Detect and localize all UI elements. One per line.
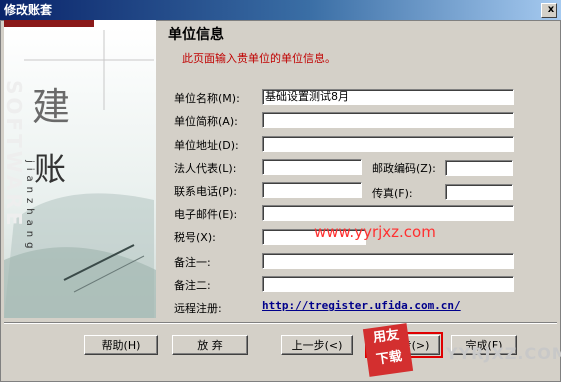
legal-rep-input[interactable] (262, 159, 362, 175)
badge-bottom-text: 下载 (375, 349, 404, 368)
window-titlebar: 修改账套 x (0, 0, 561, 20)
note1-input[interactable] (262, 253, 514, 269)
site-watermark: YYRJXZ.COM (446, 344, 561, 363)
note2-input[interactable] (262, 276, 514, 292)
side-vertical-text: jianzhang (24, 160, 35, 254)
help-button[interactable]: 帮助(H) (84, 335, 158, 355)
phone-label: 联系电话(P): (174, 185, 237, 198)
email-label: 电子邮件(E): (174, 208, 238, 221)
side-char-1: 建 (32, 85, 71, 129)
remote-reg-link[interactable]: http://tregister.ufida.com.cn/ (262, 299, 461, 312)
unit-name-label: 单位名称(M): (174, 92, 240, 105)
note2-label: 备注二: (174, 279, 211, 292)
page-title: 单位信息 (168, 27, 224, 43)
close-button[interactable]: x (541, 3, 557, 18)
postal-code-label: 邮政编码(Z): (372, 162, 436, 175)
remote-reg-label: 远程注册: (174, 302, 222, 315)
page-subtitle: 此页面输入贵单位的单位信息。 (182, 52, 336, 65)
unit-short-input[interactable] (262, 112, 514, 128)
postal-code-input[interactable] (445, 160, 513, 176)
phone-input[interactable] (262, 182, 362, 198)
unit-short-label: 单位简称(A): (174, 115, 238, 128)
unit-name-input[interactable]: 基础设置测试8月 (262, 89, 514, 105)
inline-watermark: www.yyrjxz.com (314, 223, 436, 241)
cancel-button[interactable]: 放 弃 (172, 335, 248, 355)
side-char-2: 账 (34, 150, 67, 188)
fax-input[interactable] (445, 184, 513, 200)
window-title: 修改账套 (4, 3, 53, 17)
footer-separator (4, 322, 557, 324)
unit-address-input[interactable] (262, 136, 514, 152)
tax-no-label: 税号(X): (174, 231, 216, 244)
email-input[interactable] (262, 205, 514, 221)
unit-address-label: 单位地址(D): (174, 139, 239, 152)
side-illustration: 建 账 SOFTWARE jianzhang (4, 20, 156, 318)
legal-rep-label: 法人代表(L): (174, 162, 237, 175)
note1-label: 备注一: (174, 256, 211, 269)
fax-label: 传真(F): (372, 187, 413, 200)
close-icon: x (547, 4, 555, 15)
prev-button[interactable]: 上一步(<) (281, 335, 353, 355)
side-faded-text: SOFTWARE (4, 80, 26, 229)
download-badge: 用友 下载 (362, 323, 414, 377)
